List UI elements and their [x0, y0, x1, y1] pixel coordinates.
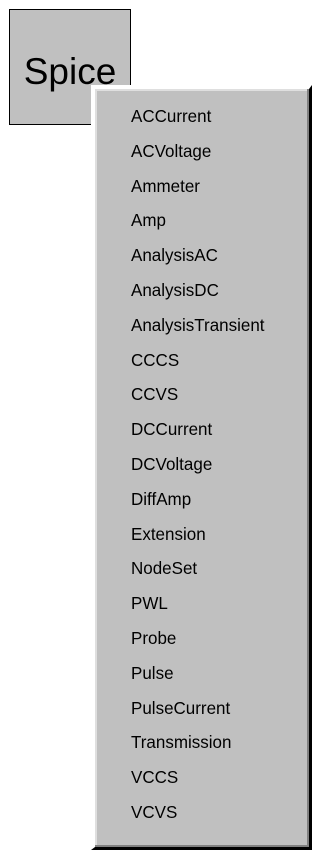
- menu-item-label: VCCS: [131, 768, 179, 788]
- menu-item-nodeset[interactable]: NodeSet: [95, 551, 309, 588]
- menu-item-label: Transmission: [131, 733, 232, 754]
- menu-item-label: ACVoltage: [131, 141, 212, 162]
- menu-item-diffamp[interactable]: DiffAmp: [95, 482, 309, 519]
- menu-item-cccs[interactable]: CCCS: [95, 343, 309, 380]
- menu-item-analysisdc[interactable]: AnalysisDC: [95, 273, 309, 310]
- menu-item-label: AnalysisAC: [131, 246, 218, 267]
- menu-item-label: ACCurrent: [131, 106, 212, 127]
- menu-item-label: AnalysisDC: [131, 280, 219, 301]
- menu-item-label: DiffAmp: [131, 489, 192, 510]
- menu-item-label: DCCurrent: [131, 420, 213, 441]
- menu-item-vcvs[interactable]: VCVS: [95, 795, 309, 832]
- menu-item-probe[interactable]: Probe: [95, 621, 309, 658]
- menu-item-vccs[interactable]: VCCS: [95, 760, 309, 797]
- menu-item-label: CCVS: [131, 385, 179, 406]
- menu-item-label: NodeSet: [131, 559, 198, 580]
- menu-item-label: Pulse: [131, 663, 174, 684]
- menu-item-extension[interactable]: Extension: [95, 517, 309, 554]
- menu-item-label: DCVoltage: [131, 454, 213, 475]
- menu-item-acvoltage[interactable]: ACVoltage: [95, 134, 309, 171]
- menu-item-analysisac[interactable]: AnalysisAC: [95, 238, 309, 275]
- menu-item-label: AnalysisTransient: [131, 315, 265, 336]
- menu-item-ccvs[interactable]: CCVS: [95, 378, 309, 415]
- menu-item-accurrent[interactable]: ACCurrent: [95, 99, 309, 136]
- menu-item-label: PWL: [131, 594, 168, 614]
- menu-item-label: CCCS: [131, 350, 180, 371]
- menu-item-label: PulseCurrent: [131, 698, 231, 719]
- menu-item-analysistransient[interactable]: AnalysisTransient: [95, 308, 309, 345]
- menu-item-pulse[interactable]: Pulse: [95, 656, 309, 693]
- menu-item-label: Ammeter: [131, 176, 200, 197]
- menu-item-amp[interactable]: Amp: [95, 204, 309, 241]
- menu-item-dccurrent[interactable]: DCCurrent: [95, 412, 309, 449]
- menu-item-pwl[interactable]: PWL: [95, 586, 309, 623]
- menu-item-label: Amp: [131, 211, 166, 232]
- spice-dropdown-menu: ACCurrent ACVoltage Ammeter Amp Analysis…: [91, 85, 312, 850]
- menu-item-transmission[interactable]: Transmission: [95, 725, 309, 762]
- menu-item-pulsecurrent[interactable]: PulseCurrent: [95, 691, 309, 728]
- menu-item-ammeter[interactable]: Ammeter: [95, 169, 309, 206]
- menu-item-label: VCVS: [131, 802, 178, 823]
- menu-item-dcvoltage[interactable]: DCVoltage: [95, 447, 309, 484]
- menu-item-label: Probe: [131, 628, 177, 649]
- menu-item-label: Extension: [131, 524, 206, 545]
